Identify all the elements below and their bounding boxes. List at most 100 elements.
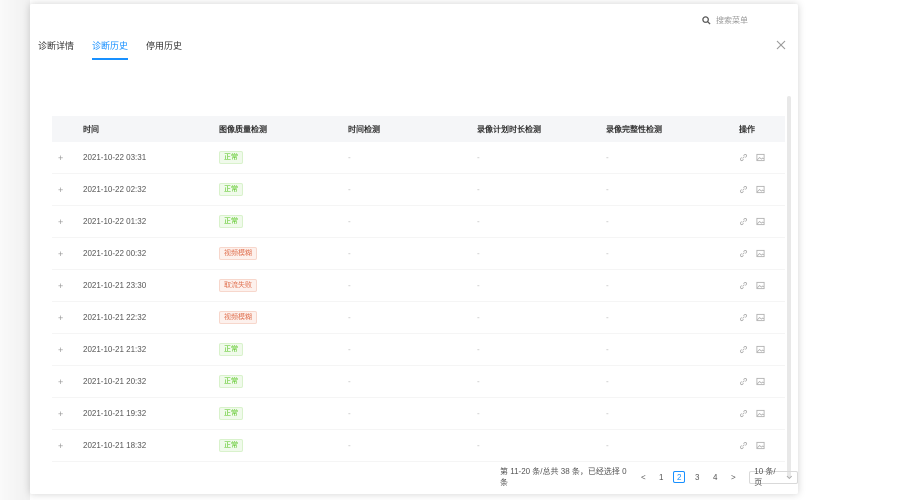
link-icon[interactable] bbox=[739, 217, 748, 226]
image-icon[interactable] bbox=[756, 313, 765, 322]
row-time: 2021-10-22 00:32 bbox=[83, 249, 147, 258]
link-icon[interactable] bbox=[739, 377, 748, 386]
diagnosis-modal: 搜索菜单 诊断详情 诊断历史 停用历史 时间 图像质量检测 时间检测 录像计划时… bbox=[30, 4, 798, 494]
link-icon[interactable] bbox=[739, 409, 748, 418]
tab-bar: 诊断详情 诊断历史 停用历史 bbox=[38, 39, 182, 60]
row-plan-duration: - bbox=[477, 281, 480, 290]
row-ops bbox=[735, 377, 785, 386]
row-clock-check: - bbox=[348, 409, 351, 418]
row-image-quality: 正常 bbox=[219, 439, 348, 452]
header-clock-check: 时间检测 bbox=[348, 124, 380, 134]
row-clock-check: - bbox=[348, 281, 351, 290]
next-page-button[interactable]: > bbox=[727, 471, 739, 483]
link-icon[interactable] bbox=[739, 185, 748, 194]
chevron-down-icon bbox=[786, 475, 793, 479]
row-time: 2021-10-21 21:32 bbox=[83, 345, 147, 354]
tab-diagnosis-history[interactable]: 诊断历史 bbox=[92, 39, 129, 60]
row-image-quality: 正常 bbox=[219, 375, 348, 388]
image-icon[interactable] bbox=[756, 249, 765, 258]
page-3-button[interactable]: 3 bbox=[691, 471, 703, 483]
row-plan-duration: - bbox=[477, 409, 480, 418]
table-row: +2021-10-21 18:32 正常 - - - bbox=[52, 430, 785, 462]
status-badge: 正常 bbox=[219, 343, 243, 356]
pagination: 第 11-20 条/总共 38 条，已经选择 0 条 < 1 2 3 4 > 1… bbox=[500, 466, 798, 488]
row-clock-check: - bbox=[348, 441, 351, 450]
row-time: 2021-10-21 22:32 bbox=[83, 313, 147, 322]
row-image-quality: 正常 bbox=[219, 407, 348, 420]
table-header: 时间 图像质量检测 时间检测 录像计划时长检测 录像完整性检测 操作 bbox=[52, 116, 785, 142]
row-ops bbox=[735, 185, 785, 194]
image-icon[interactable] bbox=[756, 345, 765, 354]
menu-search[interactable]: 搜索菜单 bbox=[702, 12, 748, 28]
image-icon[interactable] bbox=[756, 281, 765, 290]
row-ops bbox=[735, 345, 785, 354]
table-body: +2021-10-22 03:31 正常 - - - +2021-10-22 02:32 正… bbox=[52, 142, 785, 462]
link-icon[interactable] bbox=[739, 441, 748, 450]
status-badge: 正常 bbox=[219, 375, 243, 388]
scrollbar[interactable] bbox=[787, 96, 791, 478]
page-4-button[interactable]: 4 bbox=[709, 471, 721, 483]
row-time: 2021-10-22 02:32 bbox=[83, 185, 147, 194]
expand-row-icon[interactable]: + bbox=[52, 281, 83, 291]
expand-row-icon[interactable]: + bbox=[52, 441, 83, 451]
close-icon[interactable] bbox=[775, 39, 787, 51]
expand-row-icon[interactable]: + bbox=[52, 153, 83, 163]
row-image-quality: 视频模糊 bbox=[219, 247, 348, 260]
status-badge: 正常 bbox=[219, 183, 243, 196]
link-icon[interactable] bbox=[739, 249, 748, 258]
expand-row-icon[interactable]: + bbox=[52, 345, 83, 355]
row-plan-duration: - bbox=[477, 313, 480, 322]
row-integrity: - bbox=[606, 281, 609, 290]
row-clock-check: - bbox=[348, 217, 351, 226]
tab-diagnosis-detail[interactable]: 诊断详情 bbox=[38, 39, 74, 60]
row-integrity: - bbox=[606, 185, 609, 194]
row-clock-check: - bbox=[348, 249, 351, 258]
table-row: +2021-10-22 02:32 正常 - - - bbox=[52, 174, 785, 206]
image-icon[interactable] bbox=[756, 185, 765, 194]
expand-row-icon[interactable]: + bbox=[52, 377, 83, 387]
link-icon[interactable] bbox=[739, 153, 748, 162]
row-time: 2021-10-22 01:32 bbox=[83, 217, 147, 226]
expand-row-icon[interactable]: + bbox=[52, 185, 83, 195]
status-badge: 视频模糊 bbox=[219, 247, 257, 260]
image-icon[interactable] bbox=[756, 377, 765, 386]
row-ops bbox=[735, 441, 785, 450]
row-time: 2021-10-22 03:31 bbox=[83, 153, 147, 162]
table-row: +2021-10-21 20:32 正常 - - - bbox=[52, 366, 785, 398]
image-icon[interactable] bbox=[756, 153, 765, 162]
status-badge: 正常 bbox=[219, 407, 243, 420]
row-clock-check: - bbox=[348, 377, 351, 386]
link-icon[interactable] bbox=[739, 345, 748, 354]
header-time: 时间 bbox=[83, 124, 99, 134]
prev-page-button[interactable]: < bbox=[637, 471, 649, 483]
row-image-quality: 正常 bbox=[219, 151, 348, 164]
row-image-quality: 正常 bbox=[219, 343, 348, 356]
row-integrity: - bbox=[606, 345, 609, 354]
link-icon[interactable] bbox=[739, 281, 748, 290]
expand-row-icon[interactable]: + bbox=[52, 409, 83, 419]
page-1-button[interactable]: 1 bbox=[655, 471, 667, 483]
row-time: 2021-10-21 19:32 bbox=[83, 409, 147, 418]
expand-row-icon[interactable]: + bbox=[52, 217, 83, 227]
status-badge: 视频模糊 bbox=[219, 311, 257, 324]
image-icon[interactable] bbox=[756, 409, 765, 418]
expand-row-icon[interactable]: + bbox=[52, 249, 83, 259]
row-image-quality: 取流失败 bbox=[219, 279, 348, 292]
row-integrity: - bbox=[606, 153, 609, 162]
row-plan-duration: - bbox=[477, 249, 480, 258]
row-ops bbox=[735, 409, 785, 418]
expand-row-icon[interactable]: + bbox=[52, 313, 83, 323]
status-badge: 取流失败 bbox=[219, 279, 257, 292]
page-2-button[interactable]: 2 bbox=[673, 471, 686, 483]
image-icon[interactable] bbox=[756, 441, 765, 450]
table-row: +2021-10-21 21:32 正常 - - - bbox=[52, 334, 785, 366]
table-row: +2021-10-21 22:32 视频模糊 - - - bbox=[52, 302, 785, 334]
link-icon[interactable] bbox=[739, 313, 748, 322]
row-ops bbox=[735, 249, 785, 258]
table-row: +2021-10-21 23:30 取流失败 - - - bbox=[52, 270, 785, 302]
row-integrity: - bbox=[606, 249, 609, 258]
page-size-select[interactable]: 10 条/页 bbox=[749, 467, 798, 487]
tab-disable-history[interactable]: 停用历史 bbox=[146, 39, 182, 60]
image-icon[interactable] bbox=[756, 217, 765, 226]
search-input[interactable]: 搜索菜单 bbox=[716, 15, 748, 26]
